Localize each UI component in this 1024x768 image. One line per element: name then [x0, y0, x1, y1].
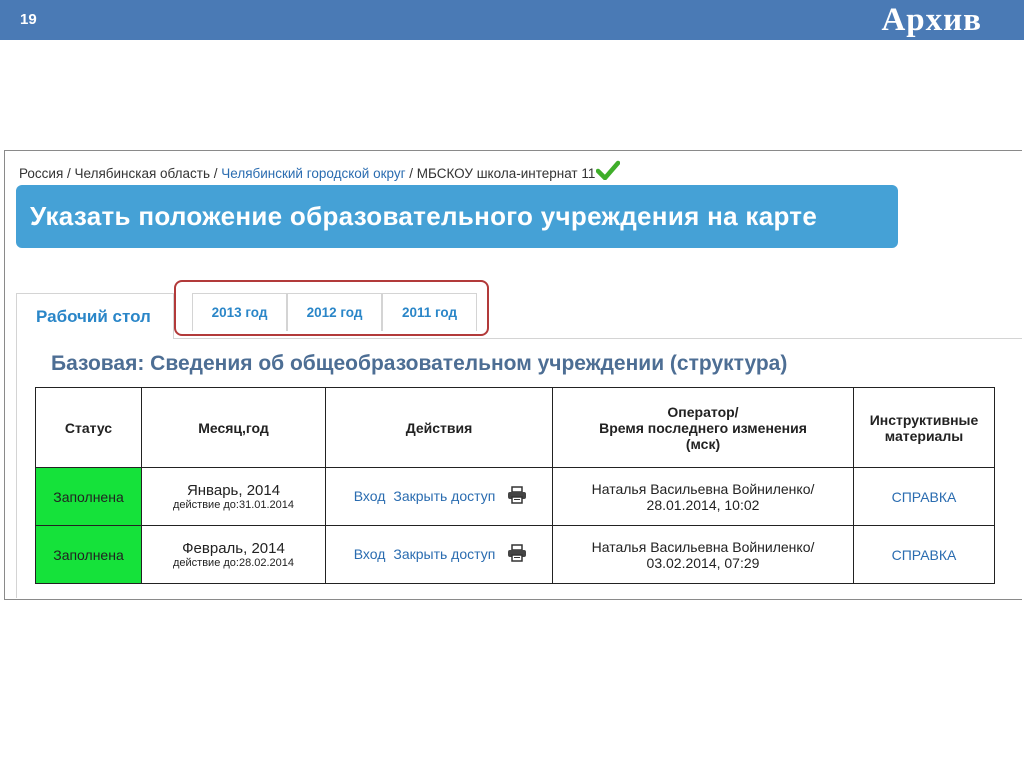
valid-until-label: действие до:28.02.2014: [172, 557, 295, 569]
modified-time: 03.02.2014, 07:29: [646, 554, 760, 571]
slide-header: 19 Архив: [0, 0, 1024, 40]
header-month: Месяц,год: [141, 387, 326, 468]
header-materials-line2: материалы: [884, 427, 964, 444]
tabs-area: Рабочий стол 2013 год 2012 год 2011 год …: [16, 280, 1022, 598]
valid-until-label: действие до:31.01.2014: [172, 499, 295, 511]
month-cell: Февраль, 2014 действие до:28.02.2014: [141, 525, 326, 584]
check-icon: [596, 160, 621, 183]
screenshot-frame: Россия / Челябинская область / Челябинск…: [4, 150, 1022, 600]
header-status: Статус: [35, 387, 142, 468]
map-location-button[interactable]: Указать положение образовательного учреж…: [16, 185, 898, 248]
header-operator-line2: Время последнего изменения: [599, 419, 807, 436]
status-badge: Заполнена: [35, 525, 142, 584]
tab-panel: Базовая: Сведения об общеобразовательном…: [16, 338, 1022, 598]
table-row: Заполнена Февраль, 2014 действие до:28.0…: [35, 525, 995, 584]
operator-name: Наталья Васильевна Войниленко/: [591, 480, 815, 497]
operator-cell: Наталья Васильевна Войниленко/ 28.01.201…: [552, 467, 854, 526]
materials-cell: СПРАВКА: [853, 467, 995, 526]
tab-2013[interactable]: 2013 год: [192, 293, 287, 331]
close-access-link[interactable]: Закрыть доступ: [393, 488, 495, 504]
table-row: Заполнена Январь, 2014 действие до:31.01…: [35, 467, 995, 526]
enter-link[interactable]: Вход: [354, 546, 386, 562]
breadcrumb-school: / МБСКОУ школа-интернат 11: [405, 166, 596, 181]
month-label: Февраль, 2014: [182, 540, 285, 557]
materials-cell: СПРАВКА: [853, 525, 995, 584]
status-badge: Заполнена: [35, 467, 142, 526]
slide-number: 19: [20, 11, 37, 28]
actions-cell: Вход Закрыть доступ: [325, 525, 553, 584]
section-title: Базовая: Сведения об общеобразовательном…: [51, 352, 788, 375]
header-operator: Оператор/ Время последнего изменения (мс…: [552, 387, 854, 468]
help-link[interactable]: СПРАВКА: [892, 547, 957, 563]
header-operator-line1: Оператор/: [667, 403, 739, 420]
breadcrumb-city-link[interactable]: Челябинский городской округ: [221, 166, 405, 181]
modified-time: 28.01.2014, 10:02: [646, 496, 760, 513]
header-operator-line3: (мск): [685, 435, 721, 452]
printer-icon[interactable]: [507, 544, 527, 565]
breadcrumb: Россия / Челябинская область / Челябинск…: [19, 160, 621, 183]
header-materials-line1: Инструктивные: [869, 411, 979, 428]
tab-desktop[interactable]: Рабочий стол: [16, 293, 174, 339]
month-label: Январь, 2014: [186, 482, 281, 499]
operator-name: Наталья Васильевна Войниленко/: [591, 538, 815, 555]
slide-title: Архив: [881, 2, 982, 38]
header-actions: Действия: [325, 387, 553, 468]
tab-2012[interactable]: 2012 год: [287, 293, 382, 331]
tab-2011[interactable]: 2011 год: [382, 293, 477, 331]
forms-table: Статус Месяц,год Действия Оператор/ Врем…: [35, 387, 995, 584]
close-access-link[interactable]: Закрыть доступ: [393, 546, 495, 562]
actions-cell: Вход Закрыть доступ: [325, 467, 553, 526]
header-materials: Инструктивные материалы: [853, 387, 995, 468]
breadcrumb-region: Россия / Челябинская область /: [19, 166, 222, 181]
operator-cell: Наталья Васильевна Войниленко/ 03.02.201…: [552, 525, 854, 584]
enter-link[interactable]: Вход: [354, 488, 386, 504]
month-cell: Январь, 2014 действие до:31.01.2014: [141, 467, 326, 526]
help-link[interactable]: СПРАВКА: [892, 489, 957, 505]
table-header-row: Статус Месяц,год Действия Оператор/ Врем…: [35, 387, 995, 468]
printer-icon[interactable]: [507, 486, 527, 507]
